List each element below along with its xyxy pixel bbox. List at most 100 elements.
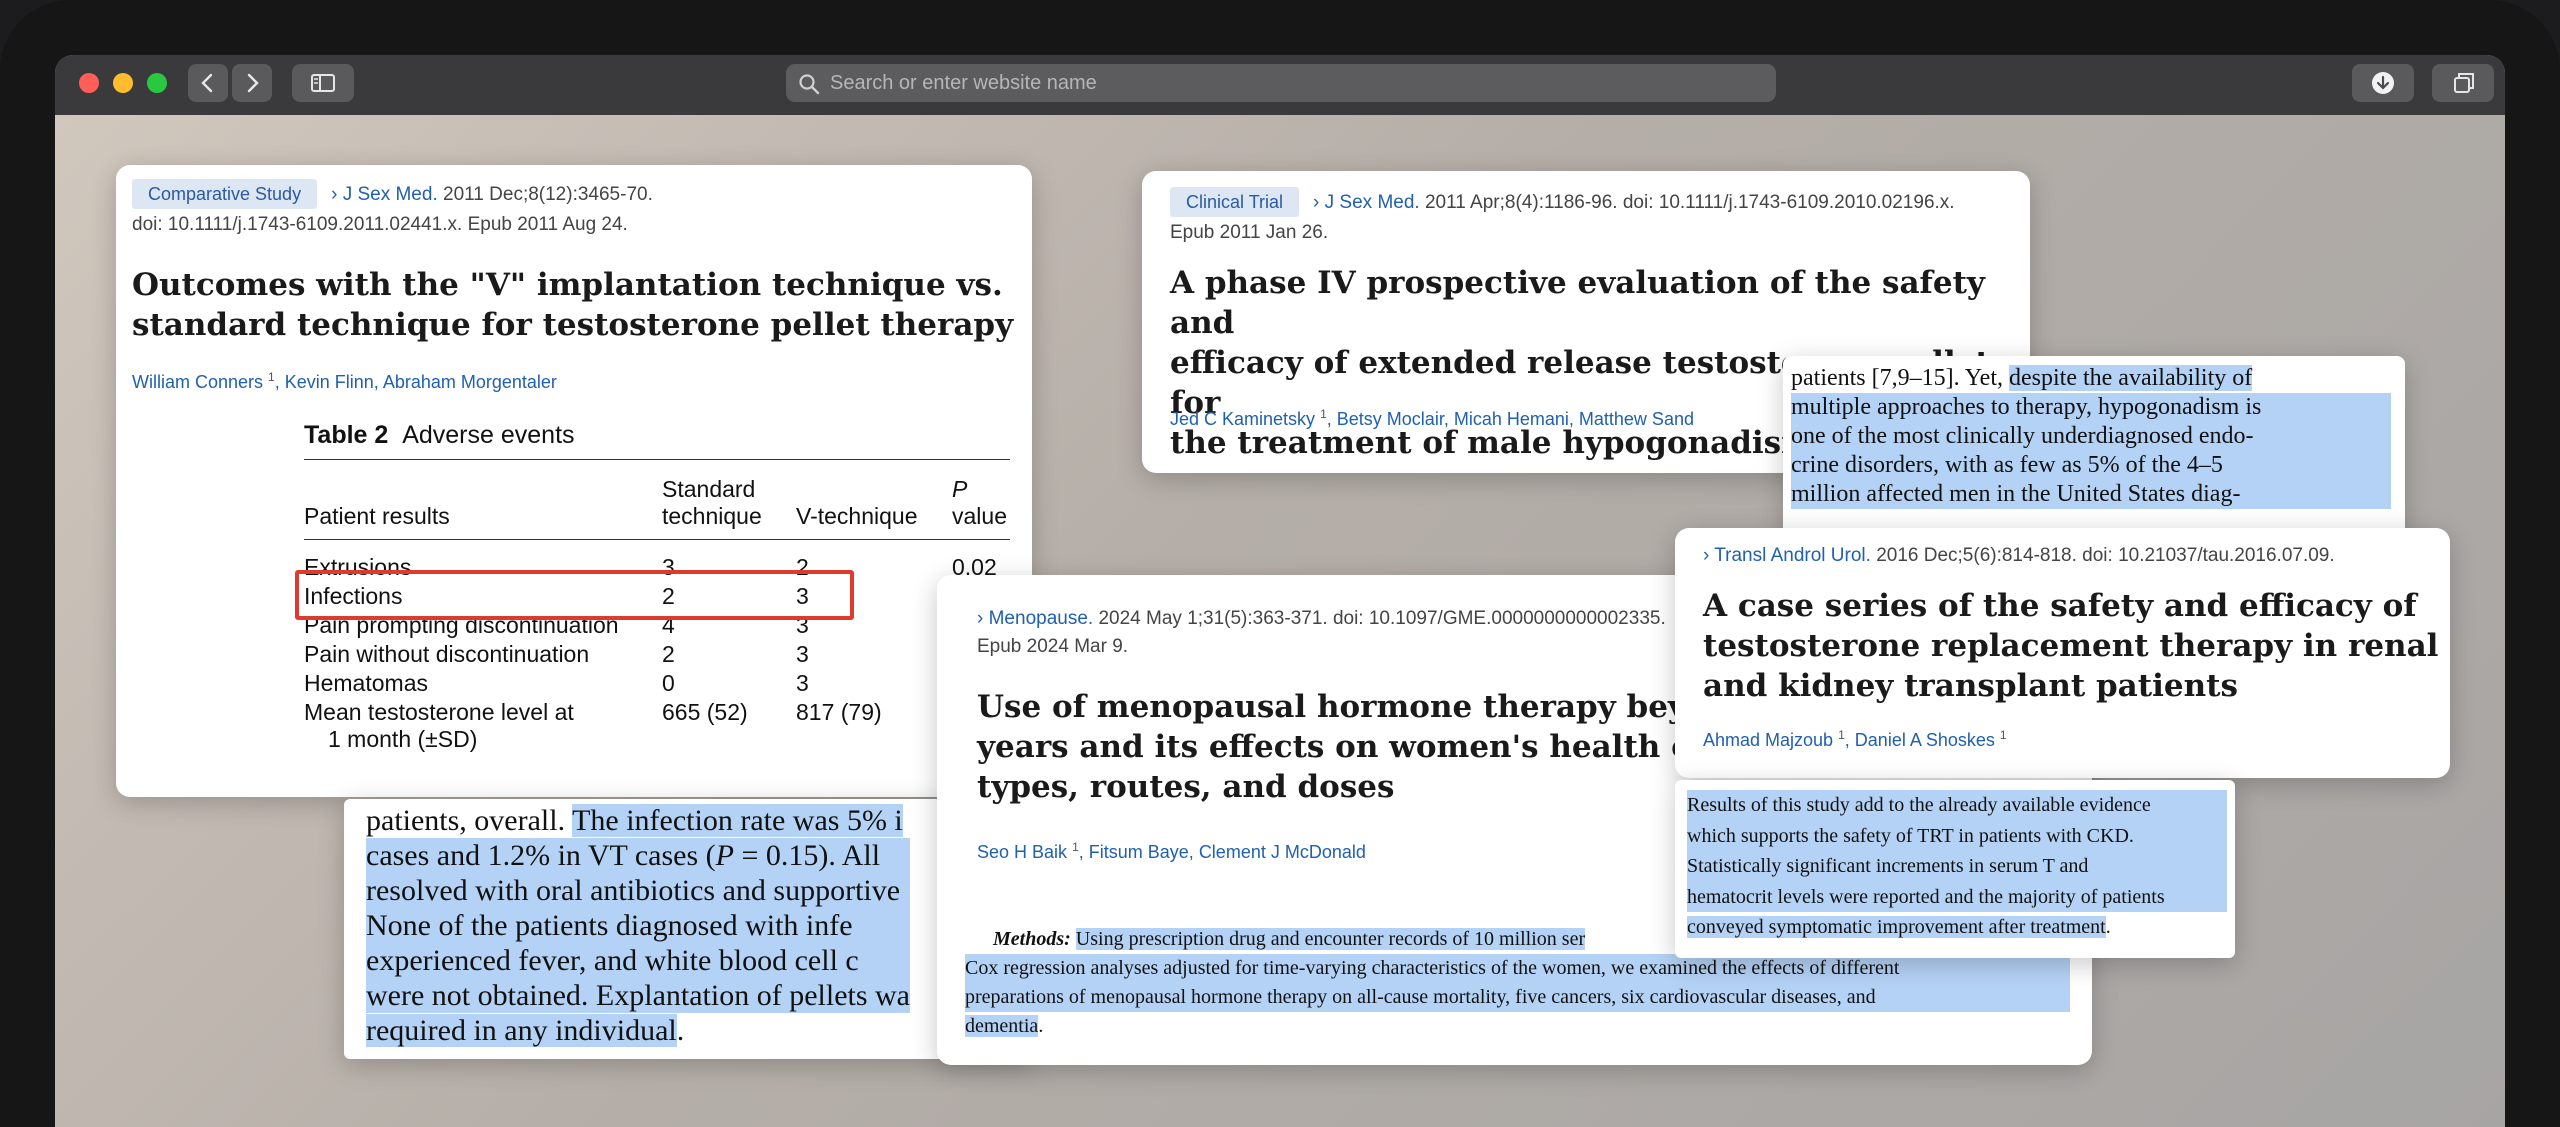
methods-label: Methods: — [993, 928, 1071, 950]
highlighted-text: experienced fever, and white blood cell … — [366, 943, 910, 978]
author-link[interactable]: Betsy Moclair — [1337, 409, 1444, 429]
article-card-v-technique: Comparative Study › J Sex Med. 2011 Dec;8… — [116, 165, 1032, 797]
affiliation-sup: 1 — [1072, 840, 1079, 854]
highlighted-text: = 0.15). All — [733, 839, 881, 872]
highlighted-text: required in any individual — [366, 1014, 677, 1047]
journal-link[interactable]: Menopause. — [989, 608, 1094, 629]
page-content: Comparative Study › J Sex Med. 2011 Dec;8… — [55, 115, 2505, 1127]
text-line: . — [676, 1014, 685, 1047]
cell: 2 — [662, 641, 675, 667]
table-caption: Table 2 Adverse events — [304, 421, 575, 450]
table-row: Mean testosterone level at 1 month (±SD) 6… — [304, 698, 1010, 754]
infections-row-highlight-box — [295, 570, 854, 620]
table-header-rule — [304, 539, 1010, 540]
text-line: patients [7,9–15]. Yet, — [1791, 365, 2009, 391]
journal-link[interactable]: Transl Androl Urol. — [1714, 545, 1871, 566]
highlighted-text: crine disorders, with as few as 5% of th… — [1791, 451, 2391, 480]
row-label: Hematomas — [304, 670, 428, 696]
author-link[interactable]: Seo H Baik — [977, 842, 1067, 862]
citation-text: 2011 Dec;8(12):3465-70. — [443, 184, 653, 205]
tab-overview-button[interactable] — [2432, 64, 2494, 102]
cell: 0 — [662, 670, 675, 696]
text-line: . — [2105, 916, 2111, 938]
citation-text: 2011 Apr;8(4):1186-96. doi: 10.1111/j.17… — [1424, 192, 1955, 213]
author-list: Ahmad Majzoub 1, Daniel A Shoskes 1 — [1703, 728, 2007, 750]
cell: 817 (79) — [796, 699, 882, 725]
publication-type-badge: Clinical Trial — [1170, 187, 1300, 217]
title-line-3: and kidney transplant patients — [1703, 668, 2238, 704]
adverse-events-table: Patient results Standard technique V-tech… — [304, 475, 1010, 531]
column-header: Patient results — [304, 503, 450, 529]
highlighted-text: conveyed symptomatic improvement after t… — [1687, 916, 2106, 938]
title-line-2: standard technique for testosterone pell… — [132, 307, 1014, 343]
highlighted-text: Using prescription drug and encounter re… — [1075, 928, 1586, 950]
back-button[interactable] — [188, 64, 228, 102]
excerpt-text[interactable]: patients [7,9–15]. Yet, despite the avai… — [1791, 364, 2391, 509]
author-link[interactable]: Clement J McDonald — [1199, 842, 1366, 862]
table-row: Pain without discontinuation 2 3 — [304, 640, 1010, 669]
citation-line: Clinical Trial › J Sex Med. 2011 Apr;8(4)… — [1170, 187, 2020, 217]
affiliation-sup: 1 — [1999, 728, 2007, 742]
author-link[interactable]: Abraham Morgentaler — [383, 372, 557, 392]
author-list: Jed C Kaminetsky 1, Betsy Moclair, Micah… — [1170, 407, 1694, 429]
sidebar-toggle-button[interactable] — [292, 64, 354, 102]
column-header: P — [952, 476, 968, 502]
excerpt-text[interactable]: Results of this study add to the already… — [1687, 790, 2227, 943]
affiliation-sup: 1 — [1838, 728, 1845, 742]
title-line-1: A phase IV prospective evaluation of the… — [1170, 265, 1985, 341]
highlighted-text: one of the most clinically underdiagnose… — [1791, 422, 2391, 451]
browser-window: Search or enter website name Comparative… — [55, 55, 2505, 1127]
article-title[interactable]: A case series of the safety and efficacy… — [1703, 586, 2450, 706]
highlighted-text: million affected men in the United State… — [1791, 480, 2391, 509]
author-list: Seo H Baik 1, Fitsum Baye, Clement J McD… — [977, 840, 1366, 862]
journal-link[interactable]: J Sex Med. — [1325, 192, 1420, 213]
minimize-window-button[interactable] — [113, 73, 133, 93]
table-row: Hematomas 0 3 — [304, 669, 1010, 698]
row-label: Mean testosterone level at — [304, 699, 574, 725]
author-link[interactable]: Micah Hemani — [1454, 409, 1569, 429]
excerpt-ckd-results: Results of this study add to the already… — [1675, 780, 2235, 958]
highlighted-text: cases and 1.2% in VT cases ( — [366, 839, 716, 872]
address-bar-placeholder: Search or enter website name — [830, 72, 1097, 94]
author-link[interactable]: William Conners — [132, 372, 263, 392]
highlighted-text: resolved with oral antibiotics and suppo… — [366, 873, 910, 908]
author-list: William Conners 1, Kevin Flinn, Abraham … — [132, 370, 557, 392]
column-header: V-technique — [796, 503, 918, 529]
zoom-window-button[interactable] — [147, 73, 167, 93]
title-line-1: Outcomes with the "V" implantation techn… — [132, 267, 1003, 303]
close-window-button[interactable] — [79, 73, 99, 93]
excerpt-text[interactable]: patients, overall. The infection rate wa… — [366, 803, 910, 1048]
author-link[interactable]: Matthew Sand — [1579, 409, 1694, 429]
cell: 3 — [796, 670, 809, 696]
excerpt-infection-rate: patients, overall. The infection rate wa… — [344, 799, 1034, 1059]
highlighted-text: despite the availability of — [2009, 365, 2253, 391]
article-title[interactable]: Outcomes with the "V" implantation techn… — [132, 265, 1013, 345]
table-header-row: Patient results Standard technique V-tech… — [304, 475, 1010, 531]
author-link[interactable]: Jed C Kaminetsky — [1170, 409, 1315, 429]
author-link[interactable]: Ahmad Majzoub — [1703, 730, 1833, 750]
chevron-right-icon — [247, 73, 259, 93]
column-header: Standard — [662, 476, 756, 502]
title-line-1: A case series of the safety and efficacy… — [1703, 588, 2417, 624]
downloads-button[interactable] — [2352, 64, 2414, 102]
author-link[interactable]: Daniel A Shoskes — [1855, 730, 1995, 750]
forward-button[interactable] — [232, 64, 272, 102]
epub-line: Epub 2011 Jan 26. — [1170, 222, 1329, 243]
highlighted-text: dementia — [965, 1015, 1039, 1037]
epub-line: Epub 2024 Mar 9. — [977, 636, 1129, 657]
highlighted-text: P — [715, 839, 734, 872]
text-line: patients, overall. — [366, 804, 573, 837]
row-label: 1 month (±SD) — [328, 726, 478, 752]
journal-link[interactable]: J Sex Med. — [343, 184, 438, 205]
table-top-rule — [304, 459, 1010, 460]
search-icon — [799, 74, 820, 95]
table-title: Adverse events — [402, 421, 575, 449]
sidebar-icon — [311, 74, 335, 92]
highlighted-text: multiple approaches to therapy, hypogona… — [1791, 393, 2391, 422]
address-bar[interactable]: Search or enter website name — [786, 64, 1776, 102]
author-link[interactable]: Kevin Flinn — [285, 372, 374, 392]
citation-text: 2024 May 1;31(5):363-371. doi: 10.1097/G… — [1098, 608, 1666, 629]
author-link[interactable]: Fitsum Baye — [1089, 842, 1189, 862]
citation-line: › Menopause. 2024 May 1;31(5):363-371. d… — [977, 608, 1666, 629]
highlighted-text: Results of this study add to the already… — [1687, 790, 2227, 821]
